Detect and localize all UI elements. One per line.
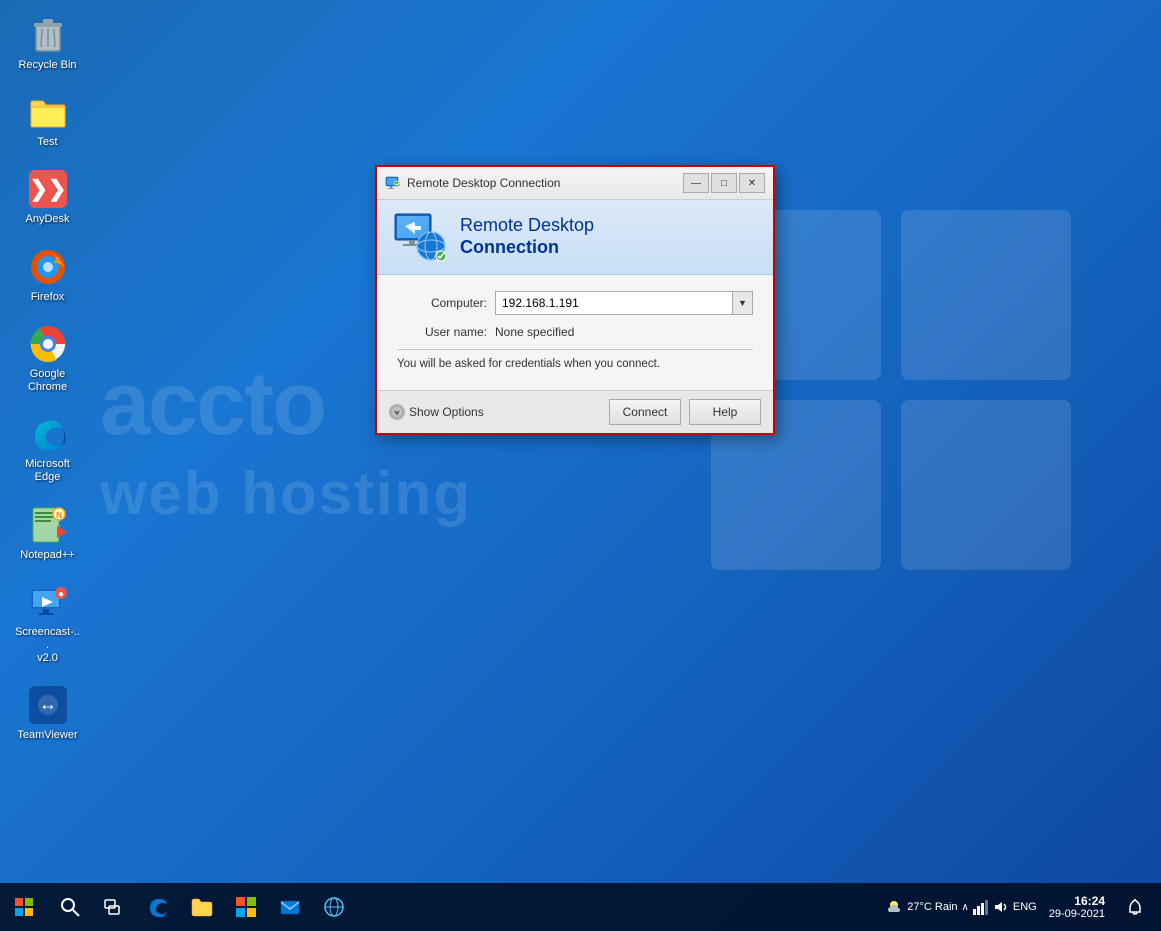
credentials-info-text: You will be asked for credentials when y… — [397, 358, 753, 370]
test-folder-icon — [28, 92, 68, 132]
computer-field-row: Computer: ▼ — [397, 291, 753, 315]
anydesk-label: AnyDesk — [25, 213, 69, 226]
show-options-label: Show Options — [409, 405, 484, 419]
desktop-icon-test[interactable]: Test — [10, 87, 85, 154]
remote-desktop-dialog: Remote Desktop Connection — □ ✕ — [375, 165, 775, 435]
show-options-button[interactable]: Show Options — [389, 404, 484, 420]
taskbar-edge-button[interactable] — [136, 885, 180, 929]
recycle-bin-label: Recycle Bin — [18, 59, 76, 72]
desktop-icon-microsoft-edge[interactable]: Microsoft Edge — [10, 409, 85, 489]
test-folder-label: Test — [37, 136, 57, 149]
svg-text:●: ● — [57, 589, 63, 600]
notepadpp-icon: N — [28, 505, 68, 545]
system-clock[interactable]: 16:24 29-09-2021 — [1041, 894, 1113, 920]
dialog-body: Computer: ▼ User name: None specified Yo… — [377, 275, 773, 390]
weather-widget[interactable]: 27°C Rain — [885, 898, 957, 916]
desktop-icons-container: Recycle Bin Test ❯❯ AnyDesk — [10, 10, 85, 747]
screencast-label: Screencast-...v2.0 — [15, 626, 80, 666]
start-button[interactable] — [0, 883, 48, 931]
connect-button[interactable]: Connect — [609, 399, 681, 425]
microsoft-edge-label: Microsoft Edge — [15, 458, 80, 484]
google-chrome-label: Google Chrome — [15, 368, 80, 394]
google-chrome-icon — [28, 324, 68, 364]
rdp-logo-icon — [393, 212, 448, 262]
weather-text: 27°C Rain — [907, 901, 957, 913]
footer-buttons: Connect Help — [609, 399, 761, 425]
computer-dropdown-button[interactable]: ▼ — [733, 291, 753, 315]
dialog-maximize-button[interactable]: □ — [711, 173, 737, 193]
taskbar-mail-button[interactable] — [268, 885, 312, 929]
system-icons: ∧ ENG — [962, 899, 1037, 915]
task-view-button[interactable] — [92, 885, 136, 929]
taskbar: 27°C Rain ∧ ENG 16:24 — [0, 883, 1161, 931]
svg-text:↔: ↔ — [39, 694, 57, 714]
clock-date: 29-09-2021 — [1049, 908, 1105, 920]
clock-time: 16:24 — [1049, 894, 1105, 908]
taskbar-store-button[interactable] — [224, 885, 268, 929]
svg-text:N: N — [56, 511, 62, 520]
desktop-icon-teamviewer[interactable]: ↔ TeamViewer — [10, 680, 85, 747]
teamviewer-icon: ↔ — [28, 685, 68, 725]
dialog-titlebar: Remote Desktop Connection — □ ✕ — [377, 167, 773, 200]
show-options-icon — [389, 404, 405, 420]
username-label: User name: — [397, 325, 487, 339]
dialog-title-icon — [385, 175, 401, 191]
teamviewer-label: TeamViewer — [17, 729, 77, 742]
desktop-icon-google-chrome[interactable]: Google Chrome — [10, 319, 85, 399]
username-field-row: User name: None specified — [397, 325, 753, 339]
notepadpp-label: Notepad++ — [20, 549, 74, 562]
microsoft-edge-icon — [28, 414, 68, 454]
anydesk-icon: ❯❯ — [28, 169, 68, 209]
chevron-up-icon[interactable]: ∧ — [962, 902, 969, 913]
separator — [397, 349, 753, 350]
system-tray: 27°C Rain ∧ ENG 16:24 — [877, 883, 1161, 931]
screencast-icon: ● — [28, 582, 68, 622]
desktop-icon-notepadpp[interactable]: N Notepad++ — [10, 500, 85, 567]
desktop: accto web hosting Recycle Bin — [0, 0, 1161, 931]
dialog-minimize-button[interactable]: — — [683, 173, 709, 193]
dialog-title-text: Remote Desktop Connection — [407, 176, 677, 190]
dialog-footer: Show Options Connect Help — [377, 390, 773, 433]
taskbar-network-button[interactable] — [312, 885, 356, 929]
dialog-header: Remote Desktop Connection — [377, 200, 773, 275]
search-button[interactable] — [48, 885, 92, 929]
desktop-icon-screencast[interactable]: ● Screencast-...v2.0 — [10, 577, 85, 671]
svg-text:❯❯: ❯❯ — [29, 176, 66, 202]
desktop-icon-firefox[interactable]: Firefox — [10, 242, 85, 309]
volume-icon — [993, 899, 1009, 915]
dialog-close-button[interactable]: ✕ — [739, 173, 765, 193]
network-status-icon — [973, 899, 989, 915]
language-indicator[interactable]: ENG — [1013, 901, 1037, 913]
dialog-header-title: Remote Desktop Connection — [460, 215, 594, 258]
computer-input[interactable] — [495, 291, 733, 315]
desktop-icon-anydesk[interactable]: ❯❯ AnyDesk — [10, 164, 85, 231]
taskbar-explorer-button[interactable] — [180, 885, 224, 929]
desktop-icon-recycle-bin[interactable]: Recycle Bin — [10, 10, 85, 77]
username-value: None specified — [495, 325, 574, 339]
dialog-titlebar-controls: — □ ✕ — [683, 173, 765, 193]
computer-label: Computer: — [397, 296, 487, 310]
firefox-icon — [28, 247, 68, 287]
notification-button[interactable] — [1117, 883, 1153, 931]
computer-input-wrapper: ▼ — [495, 291, 753, 315]
recycle-bin-icon — [28, 15, 68, 55]
firefox-label: Firefox — [31, 291, 65, 304]
help-button[interactable]: Help — [689, 399, 761, 425]
